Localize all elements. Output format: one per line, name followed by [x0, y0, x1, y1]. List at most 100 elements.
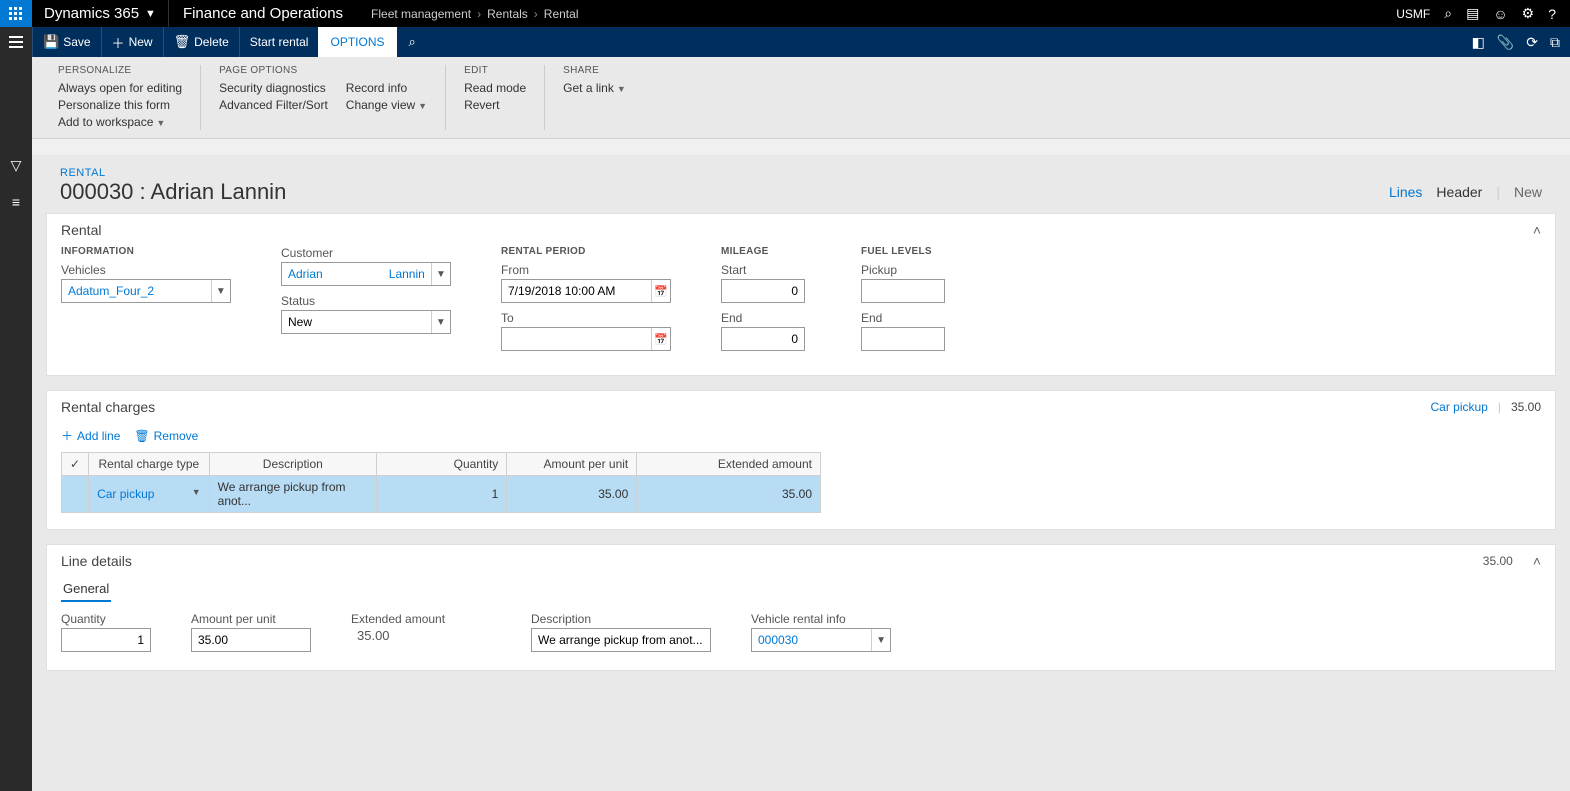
status-input[interactable] [282, 315, 431, 329]
cell-charge-type[interactable]: Car pickup▼ [89, 476, 210, 513]
ld-vri-dropdown[interactable]: ▼ [751, 628, 891, 652]
ribbon-group-edit: EDIT Read mode Revert [446, 65, 545, 130]
add-line-button[interactable]: ＋Add line [61, 427, 120, 444]
chevron-down-icon[interactable]: ▼ [431, 263, 450, 285]
change-view[interactable]: Change view▼ [346, 97, 427, 113]
select-all-checkbox[interactable]: ✓ [62, 453, 89, 476]
calendar-icon[interactable]: 📅 [651, 328, 670, 350]
related-info-icon[interactable]: ≡ [12, 194, 20, 210]
collapse-icon[interactable]: ˄ [1533, 553, 1541, 569]
revert[interactable]: Revert [464, 97, 526, 113]
record-info[interactable]: Record info [346, 80, 427, 96]
view-lines[interactable]: Lines [1389, 184, 1422, 200]
search-icon[interactable]: ⌕ [1444, 5, 1452, 22]
advanced-filter-sort[interactable]: Advanced Filter/Sort [219, 97, 328, 113]
app-launcher-icon[interactable] [0, 0, 32, 27]
nav-hamburger-icon[interactable] [0, 27, 32, 57]
vehicles-input[interactable] [62, 284, 211, 298]
to-input[interactable] [502, 332, 651, 346]
actionpane-search-icon[interactable]: ⌕ [397, 34, 428, 50]
breadcrumb-item[interactable]: Rental [544, 7, 579, 21]
add-to-workspace[interactable]: Add to workspace▼ [58, 114, 182, 130]
fuel-end-input[interactable] [861, 327, 945, 351]
page-supertitle: RENTAL [60, 167, 1542, 179]
delete-button[interactable]: 🗑Delete [163, 27, 239, 57]
col-amount-per-unit[interactable]: Amount per unit [507, 453, 637, 476]
attach-icon[interactable]: 📎 [1497, 34, 1514, 51]
start-rental-button[interactable]: Start rental [239, 27, 319, 57]
chevron-down-icon[interactable]: ▼ [431, 311, 450, 333]
col-quantity[interactable]: Quantity [376, 453, 506, 476]
help-icon[interactable]: ? [1548, 6, 1556, 22]
ld-apu-input[interactable] [191, 628, 311, 652]
view-header[interactable]: Header [1436, 184, 1482, 200]
refresh-icon[interactable]: ⟳ [1526, 34, 1538, 51]
topbar: Dynamics 365 ▼ Finance and Operations Fl… [0, 0, 1570, 27]
security-diagnostics[interactable]: Security diagnostics [219, 80, 328, 96]
page-title: 000030 : Adrian Lannin [60, 179, 286, 205]
line-details-tabs: General [47, 577, 1555, 602]
rental-card-header[interactable]: Rental ˄ [47, 214, 1555, 246]
fuel-pickup-input[interactable] [861, 279, 945, 303]
filter-icon[interactable]: ▽ [11, 157, 22, 174]
breadcrumb-item[interactable]: Rentals [487, 7, 528, 21]
col-description[interactable]: Description [209, 453, 376, 476]
popout-icon[interactable]: ⧉ [1550, 34, 1560, 51]
content-area: RENTAL 000030 : Adrian Lannin Lines Head… [32, 155, 1570, 791]
customer-last[interactable] [356, 267, 430, 281]
feedback-icon[interactable]: ☺ [1493, 6, 1507, 22]
chevron-down-icon[interactable]: ▼ [871, 629, 890, 651]
grid-row[interactable]: Car pickup▼ We arrange pickup from anot.… [62, 476, 821, 513]
col-extended-amount[interactable]: Extended amount [637, 453, 821, 476]
trash-icon: 🗑 [134, 429, 149, 443]
customer-first[interactable] [282, 267, 356, 281]
to-datepicker[interactable]: 📅 [501, 327, 671, 351]
ld-quantity-input[interactable] [61, 628, 151, 652]
messages-icon[interactable]: ▤ [1466, 5, 1479, 22]
company-label[interactable]: USMF [1396, 7, 1430, 21]
tab-general[interactable]: General [61, 577, 111, 602]
always-open-editing[interactable]: Always open for editing [58, 80, 182, 96]
cell-amount-per-unit[interactable]: 35.00 [507, 476, 637, 513]
fieldgroup-mileage: MILEAGE Start End [721, 246, 821, 359]
cell-extended-amount[interactable]: 35.00 [637, 476, 821, 513]
ld-desc-label: Description [531, 612, 711, 626]
from-input[interactable] [502, 284, 651, 298]
grid-header-row: ✓ Rental charge type Description Quantit… [62, 453, 821, 476]
ld-desc-input[interactable] [531, 628, 711, 652]
chevron-down-icon[interactable]: ▼ [192, 487, 201, 497]
customer-dropdown[interactable]: ▼ [281, 262, 451, 286]
collapse-icon[interactable]: ˄ [1533, 222, 1541, 238]
get-a-link[interactable]: Get a link▼ [563, 80, 626, 96]
product-menu[interactable]: Dynamics 365 ▼ [32, 0, 168, 27]
read-mode[interactable]: Read mode [464, 80, 526, 96]
vehicles-dropdown[interactable]: ▼ [61, 279, 231, 303]
line-details-header[interactable]: Line details 35.00 ˄ [47, 545, 1555, 577]
office-icon[interactable]: ◧ [1472, 34, 1485, 51]
cell-quantity[interactable]: 1 [376, 476, 506, 513]
line-details-card: Line details 35.00 ˄ General Quantity Am… [46, 544, 1556, 671]
status-dropdown[interactable]: ▼ [281, 310, 451, 334]
row-selector[interactable] [62, 476, 89, 513]
module-label: Finance and Operations [168, 0, 357, 27]
chevron-down-icon[interactable]: ▼ [211, 280, 230, 302]
chevron-down-icon: ▼ [145, 8, 156, 20]
save-button[interactable]: 💾Save [32, 27, 101, 57]
col-charge-type[interactable]: Rental charge type [89, 453, 210, 476]
mileage-start-input[interactable] [721, 279, 805, 303]
new-button[interactable]: ＋New [101, 27, 163, 57]
calendar-icon[interactable]: 📅 [651, 280, 670, 302]
from-datepicker[interactable]: 📅 [501, 279, 671, 303]
remove-line-button[interactable]: 🗑Remove [134, 427, 198, 444]
personalize-form[interactable]: Personalize this form [58, 97, 182, 113]
breadcrumb-item[interactable]: Fleet management [371, 7, 471, 21]
chevron-right-icon: › [534, 7, 538, 21]
fieldgroup-information: INFORMATION Vehicles ▼ [61, 246, 241, 359]
gear-icon[interactable]: ⚙ [1522, 5, 1535, 22]
ld-ext-label: Extended amount [351, 612, 491, 626]
options-tab[interactable]: OPTIONS [318, 27, 396, 57]
mileage-end-input[interactable] [721, 327, 805, 351]
cell-description[interactable]: We arrange pickup from anot... [209, 476, 376, 513]
fieldgroup-rental-period: RENTAL PERIOD From 📅 To 📅 [501, 246, 681, 359]
rental-charges-header[interactable]: Rental charges Car pickup | 35.00 [47, 391, 1555, 423]
